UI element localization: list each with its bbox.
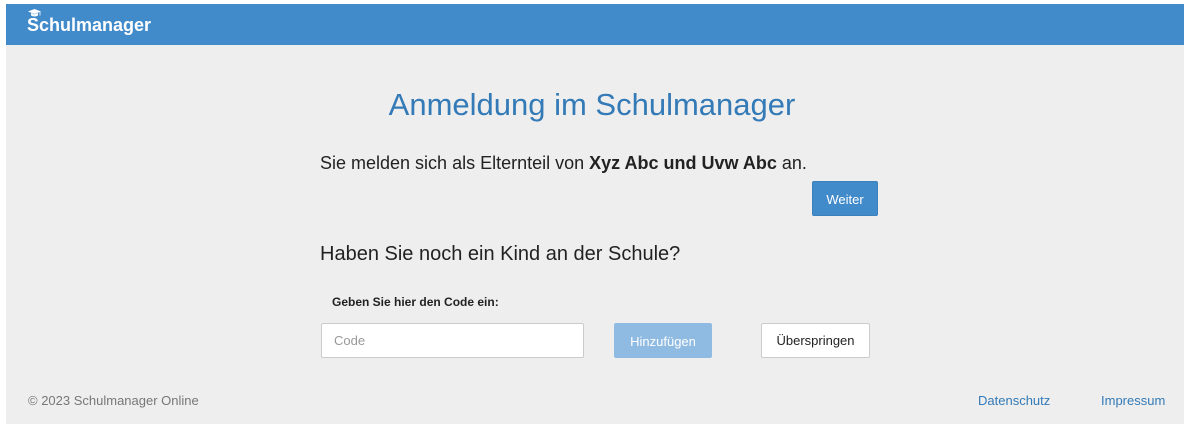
navbar: Schulmanager (6, 4, 1184, 45)
brand-name: Schulmanager (27, 15, 152, 35)
graduation-cap-icon (28, 9, 41, 17)
brand-link[interactable]: Schulmanager (27, 4, 151, 45)
page-title: Anmeldung im Schulmanager (388, 86, 796, 122)
additional-child-question: Haben Sie noch ein Kind an der Schule? (320, 243, 681, 265)
footer-copyright: © 2023 Schulmanager Online (28, 393, 199, 408)
app-frame: Schulmanager Anmeldung im Schulmanager S… (6, 4, 1184, 424)
children-names: Xyz Abc und Uvw Abc (589, 153, 777, 173)
continue-button[interactable]: Weiter (812, 181, 878, 216)
skip-button[interactable]: Überspringen (761, 323, 870, 358)
login-prefix: Sie melden sich als Elternteil von (320, 153, 590, 173)
code-label: Geben Sie hier den Code ein: (332, 295, 499, 309)
login-info-text: Sie melden sich als Elternteil von Xyz A… (320, 153, 807, 174)
login-suffix: an. (776, 153, 807, 173)
add-button[interactable]: Hinzufügen (614, 323, 712, 358)
footer-link-datenschutz[interactable]: Datenschutz (978, 393, 1050, 408)
code-input[interactable] (321, 323, 584, 358)
footer-link-impressum[interactable]: Impressum (1101, 393, 1165, 408)
